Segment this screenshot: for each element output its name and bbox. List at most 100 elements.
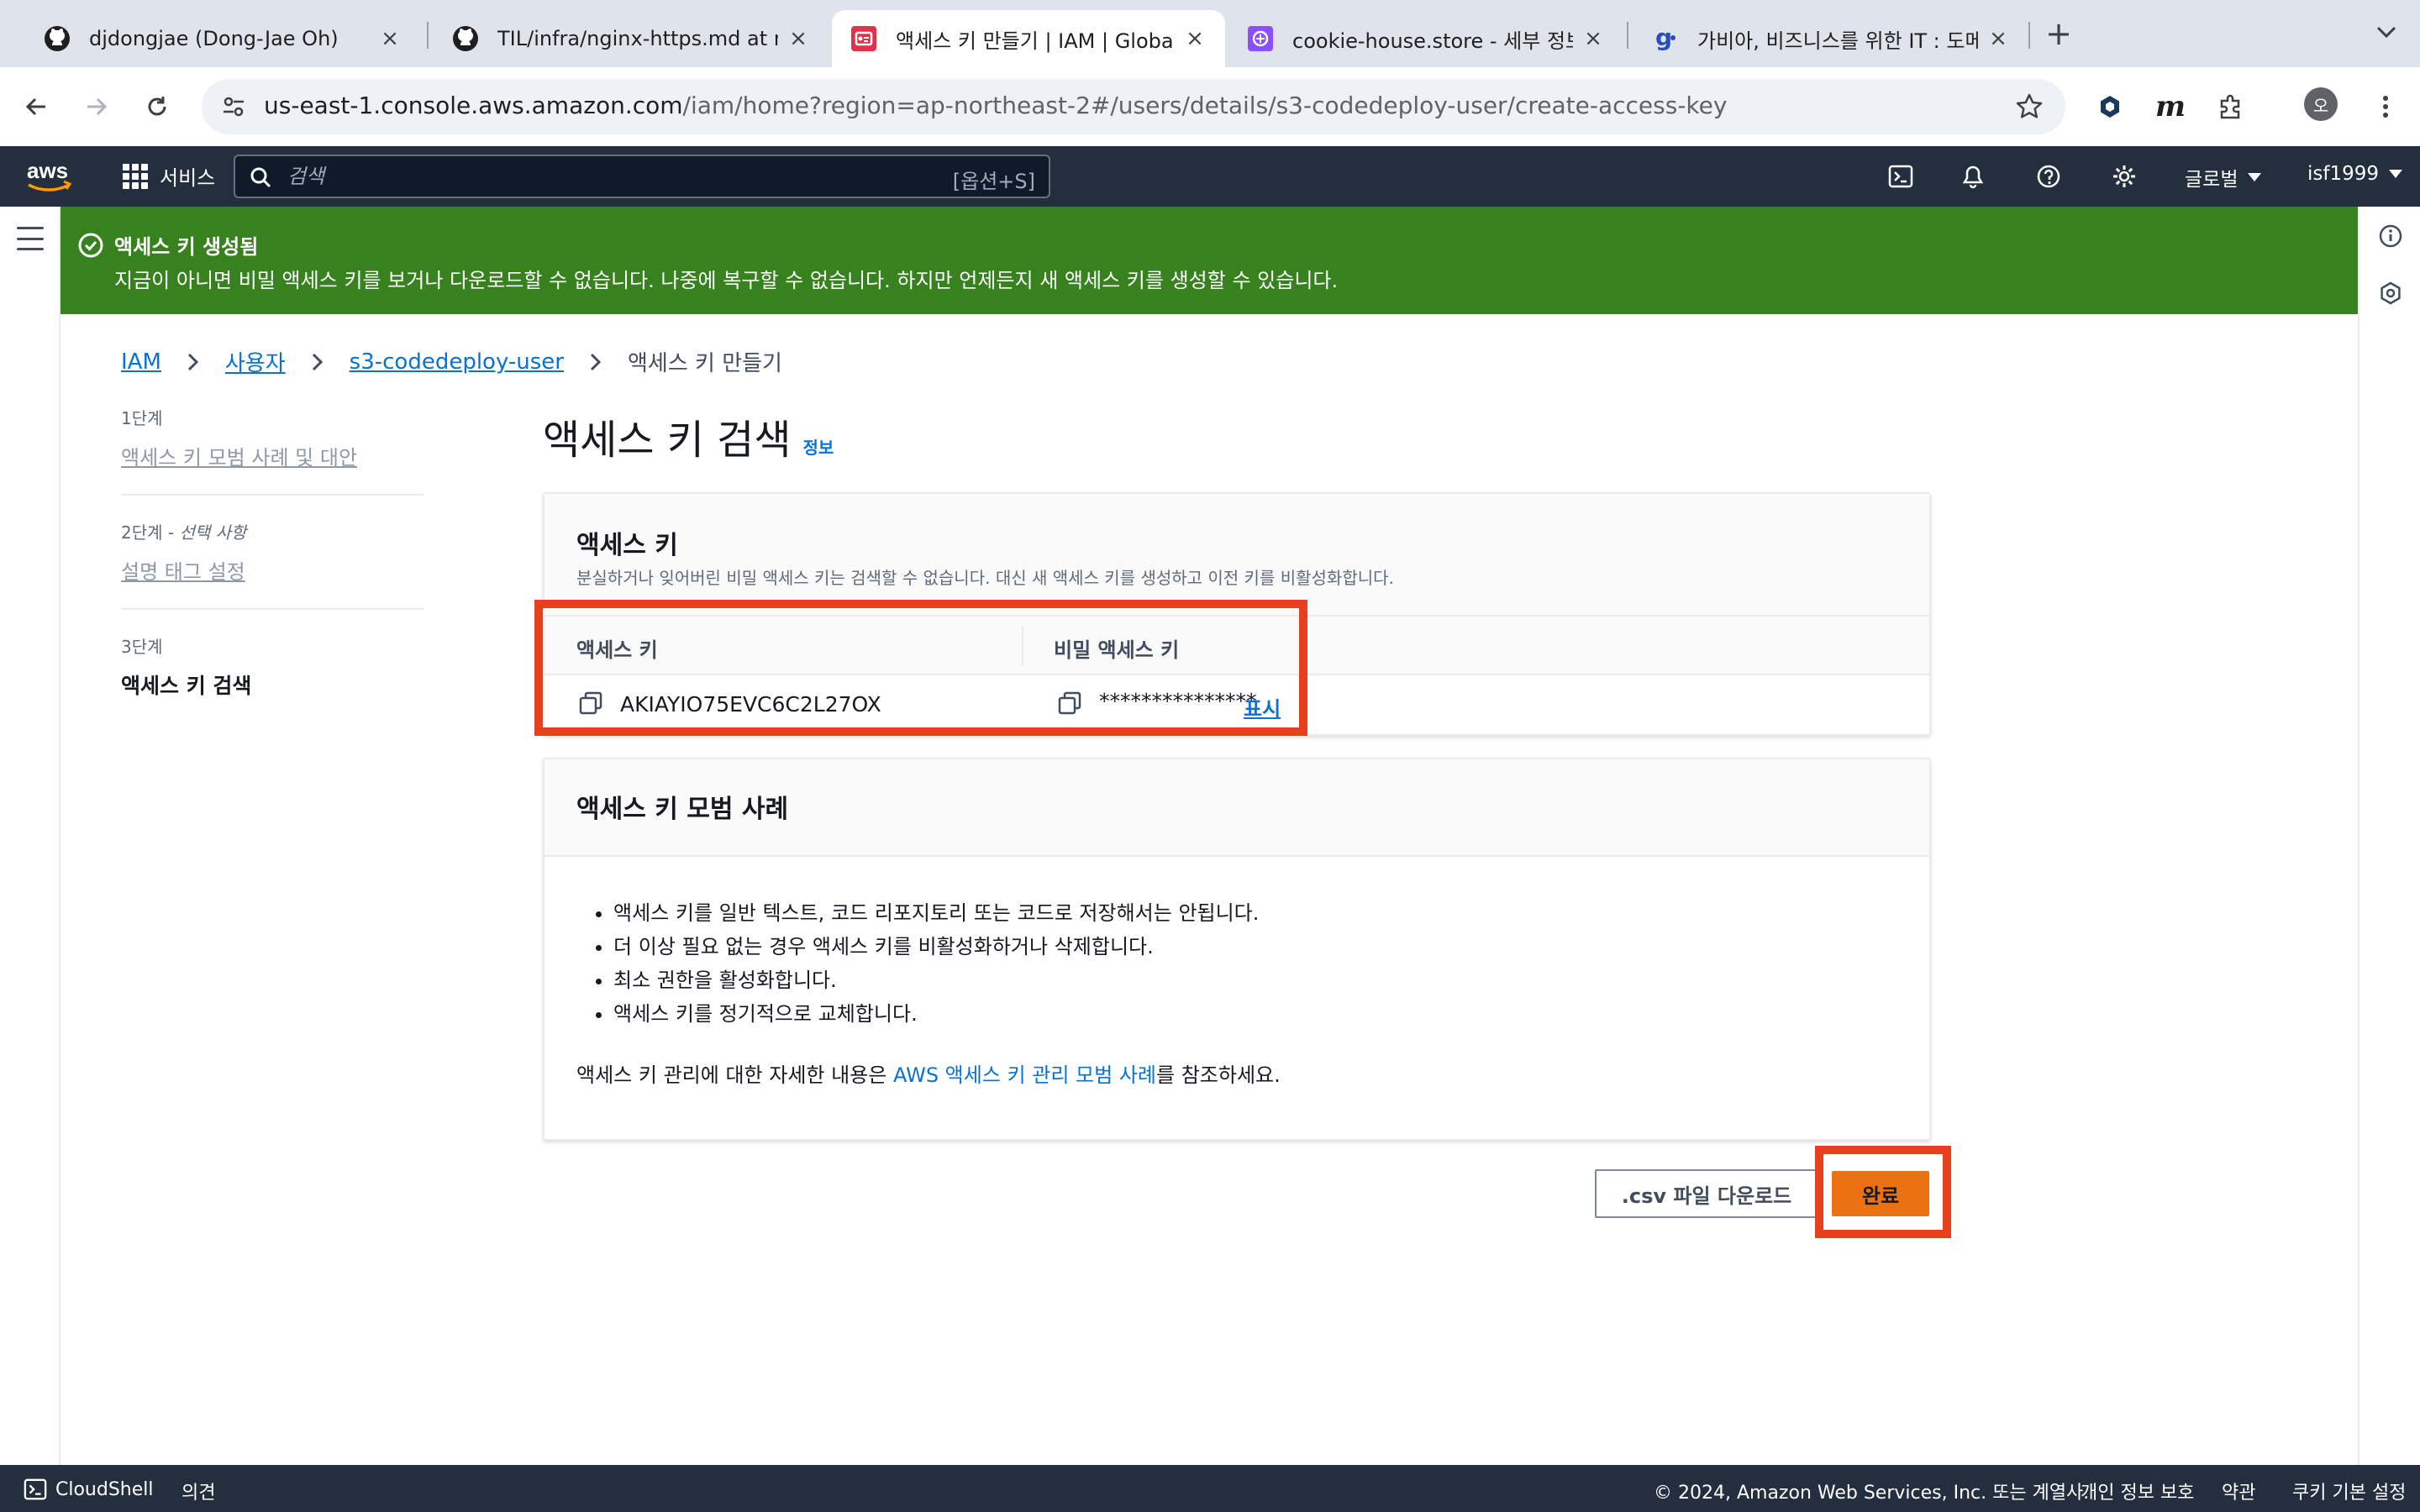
best-practices-list: 액세스 키를 일반 텍스트, 코드 리포지토리 또는 코드로 저장해서는 안됩니… (613, 902, 1259, 1037)
search-icon (250, 167, 271, 188)
breadcrumb-link-iam[interactable]: IAM (121, 349, 161, 375)
services-label: 서비스 (160, 166, 216, 190)
tab-title: 가비아, 비즈니스를 위한 IT : 도메인 (1697, 29, 1978, 53)
show-secret-link[interactable]: 표시 (1244, 692, 1281, 722)
best-practices-container: 액세스 키 모범 사례 액세스 키를 일반 텍스트, 코드 리포지토리 또는 코… (543, 758, 1931, 1141)
gabia-icon: g (1652, 25, 1679, 52)
step-number-text: 2단계 (121, 522, 163, 543)
bookmark-star-icon[interactable] (2012, 89, 2047, 124)
container-title: 액세스 키 모범 사례 (576, 795, 789, 824)
wizard-step-2: 2단계 - 선택 사항 설명 태그 설정 (121, 519, 424, 610)
feedback-link[interactable]: 의견 (182, 1478, 215, 1504)
breadcrumb-link-user[interactable]: s3-codedeploy-user (350, 349, 564, 375)
step-number: 1단계 (121, 408, 163, 428)
browser-tab[interactable]: cookie-house.store - 세부 정보 × (1228, 10, 1623, 67)
grid-icon (123, 163, 148, 189)
profile-avatar[interactable]: 오 (2304, 87, 2338, 121)
column-header-secret-key: 비밀 액세스 키 (1054, 638, 1180, 662)
list-item: 액세스 키를 일반 텍스트, 코드 리포지토리 또는 코드로 저장해서는 안됩니… (613, 902, 1259, 924)
back-button[interactable] (15, 86, 57, 128)
chevron-right-icon (587, 352, 604, 372)
url-text: us-east-1.console.aws.amazon.com/iam/hom… (264, 92, 1727, 119)
settings-gear-icon[interactable] (2109, 161, 2139, 192)
best-practices-link[interactable]: AWS 액세스 키 관리 모범 사례 (893, 1063, 1156, 1087)
reference-prefix: 액세스 키 관리에 대한 자세한 내용은 (576, 1063, 893, 1087)
success-check-icon (78, 233, 103, 258)
breadcrumb: IAM 사용자 s3-codedeploy-user 액세스 키 만들기 (121, 346, 782, 377)
step-optional-tag: 선택 사항 (179, 522, 247, 543)
caret-down-icon (2389, 170, 2403, 178)
close-tab-icon[interactable]: × (1183, 26, 1207, 51)
step-number: 2단계 - 선택 사항 (121, 522, 247, 543)
help-icon[interactable] (2033, 161, 2064, 192)
flash-title: 액세스 키 생성됨 (114, 235, 259, 259)
info-panel-icon[interactable] (2376, 222, 2405, 250)
aws-footer: CloudShell 의견 © 2024, Amazon Web Service… (0, 1465, 2420, 1512)
reference-suffix: 를 참조하세요. (1156, 1063, 1281, 1087)
access-key-container: 액세스 키 분실하거나 잊어버린 비밀 액세스 키는 검색할 수 없습니다. 대… (543, 492, 1931, 736)
cookie-preferences-link[interactable]: 쿠키 기본 설정 (2292, 1478, 2406, 1504)
cloudshell-icon[interactable] (1886, 161, 1916, 192)
close-tab-icon[interactable]: × (378, 26, 402, 51)
close-tab-icon[interactable]: × (1581, 26, 1605, 51)
browser-tab[interactable]: TIL/infra/nginx-https.md at m × (434, 10, 829, 67)
region-label: 글로벌 (2185, 169, 2238, 191)
services-menu-button[interactable]: 서비스 (123, 161, 215, 191)
menu-hamburger-icon[interactable] (17, 227, 44, 250)
left-nav-rail (0, 207, 60, 1465)
browser-tab[interactable]: g 가비아, 비즈니스를 위한 IT : 도메인 × (1634, 10, 2028, 67)
extensions-puzzle-icon[interactable] (2210, 86, 2252, 128)
aws-search-box[interactable]: [옵션+S] (234, 155, 1050, 198)
address-bar[interactable]: us-east-1.console.aws.amazon.com/iam/hom… (202, 79, 2065, 134)
step-link[interactable]: 액세스 키 모범 사례 및 대안 (121, 441, 424, 470)
download-csv-button[interactable]: .csv 파일 다운로드 (1595, 1169, 1818, 1218)
cloudshell-label: CloudShell (55, 1478, 154, 1500)
tab-title: djdongjae (Dong-Jae Oh) (89, 27, 339, 50)
account-menu[interactable]: isf1999 (2307, 163, 2403, 185)
extension-m-icon[interactable]: m (2149, 86, 2191, 128)
privacy-link[interactable]: 개인 정보 보호 (2081, 1478, 2194, 1504)
chrome-menu-icon[interactable] (2365, 86, 2407, 128)
extension-hexagon-icon[interactable] (2089, 86, 2131, 128)
breadcrumb-link-users[interactable]: 사용자 (225, 346, 286, 377)
new-tab-button[interactable]: + (2042, 15, 2075, 52)
svg-text:aws: aws (27, 158, 68, 183)
key-table-header: 액세스 키 비밀 액세스 키 (544, 617, 1929, 675)
done-button[interactable]: 완료 (1832, 1171, 1929, 1216)
tab-title: TIL/infra/nginx-https.md at m (497, 27, 778, 50)
close-tab-icon[interactable]: × (786, 26, 810, 51)
secret-key-masked: *************** (1099, 689, 1257, 713)
chevron-right-icon (185, 352, 202, 372)
terms-link[interactable]: 약관 (2222, 1478, 2255, 1504)
github-icon (452, 25, 479, 52)
notifications-bell-icon[interactable] (1958, 161, 1988, 192)
url-path: /iam/home?region=ap-northeast-2#/users/d… (682, 92, 1728, 119)
browser-toolbar: us-east-1.console.aws.amazon.com/iam/hom… (0, 67, 2420, 146)
hexagon-tool-icon[interactable] (2376, 279, 2405, 307)
success-flashbar: 액세스 키 생성됨 지금이 아니면 비밀 액세스 키를 보거나 다운로드할 수 … (60, 207, 2358, 314)
right-tools-rail (2358, 207, 2420, 1465)
container-header: 액세스 키 분실하거나 잊어버린 비밀 액세스 키는 검색할 수 없습니다. 대… (544, 494, 1929, 617)
region-selector[interactable]: 글로벌 (2185, 163, 2262, 192)
info-link[interactable]: 정보 (802, 434, 834, 459)
svg-text:g: g (1655, 25, 1672, 51)
close-tab-icon[interactable]: × (1986, 26, 2010, 51)
tab-search-icon[interactable] (2368, 13, 2405, 50)
copy-icon[interactable] (1057, 690, 1082, 716)
browser-tab[interactable]: djdongjae (Dong-Jae Oh) × (25, 10, 420, 67)
cloudshell-footer-button[interactable]: CloudShell (24, 1478, 154, 1501)
caret-down-icon (2248, 173, 2262, 181)
breadcrumb-current: 액세스 키 만들기 (627, 351, 782, 376)
step-link[interactable]: 설명 태그 설정 (121, 555, 424, 585)
chevron-right-icon (309, 352, 326, 372)
access-key-id: AKIAYIO75EVC6C2L27OX (620, 692, 881, 717)
page-header: 액세스 키 검색 정보 (543, 407, 834, 465)
search-input[interactable] (287, 161, 926, 192)
aws-logo[interactable]: aws (25, 158, 76, 195)
copy-icon[interactable] (578, 690, 603, 716)
forward-button[interactable] (76, 86, 118, 128)
browser-tab-active[interactable]: 액세스 키 만들기 | IAM | Global × (832, 10, 1225, 67)
site-settings-icon[interactable] (213, 87, 254, 127)
reload-button[interactable] (136, 86, 178, 128)
wizard-steps: 1단계 액세스 키 모범 사례 및 대안 2단계 - 선택 사항 설명 태그 설… (121, 405, 424, 747)
